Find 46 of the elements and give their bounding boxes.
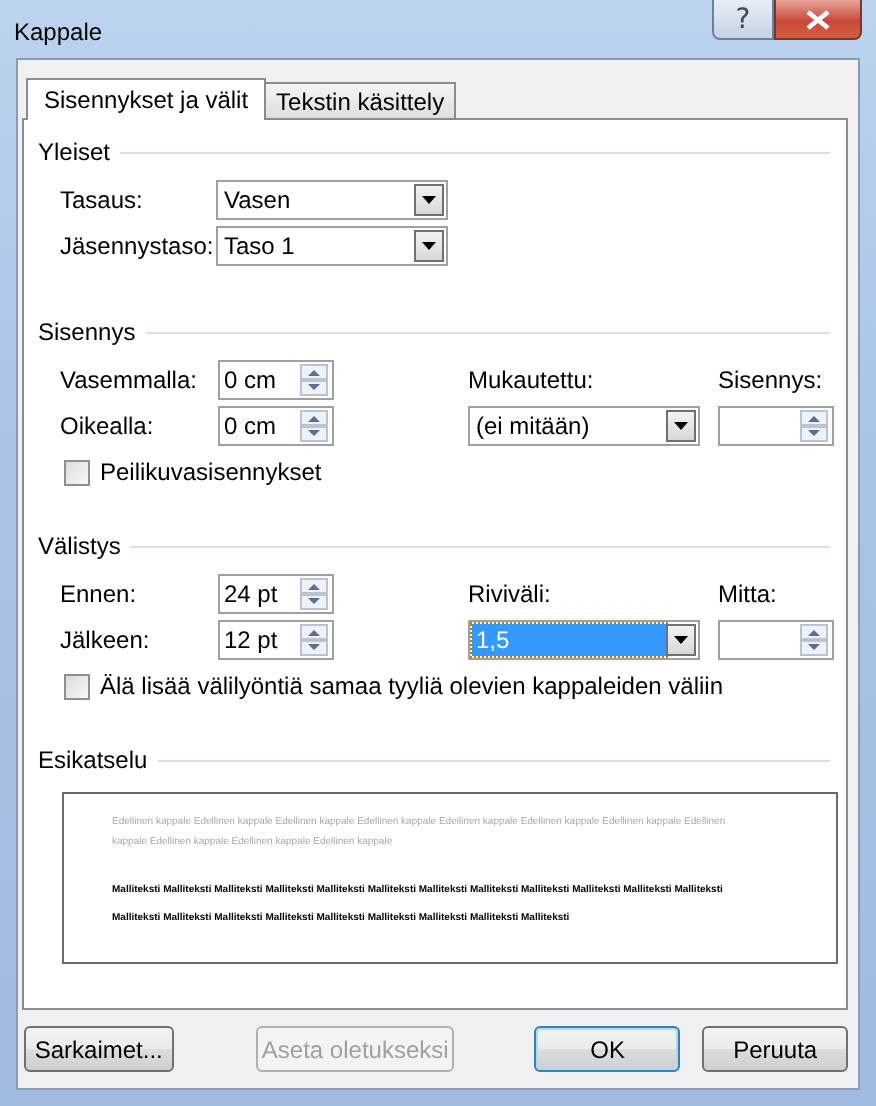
close-button[interactable] [774,0,862,40]
spin-field[interactable]: 0 cm [218,360,334,400]
dropdown-arrow-icon [422,242,436,250]
field-label: Ennen: [60,580,139,608]
dialog-button[interactable]: Sarkaimet... [24,1026,174,1072]
spin-field[interactable] [718,620,834,660]
spin-field[interactable]: 0 cm [218,406,334,446]
field-label: Tasaus: [60,186,145,214]
tab[interactable]: Tekstin käsittely [264,82,457,118]
spin-arrows-icon [800,410,828,442]
section-heading: Yleiset [38,138,111,166]
spin-arrows-icon [300,624,328,656]
dropdown[interactable]: Vasen [216,180,448,220]
section-heading: Välistys [38,532,121,560]
dropdown-arrow-icon [422,196,436,204]
checkbox-label: Peilikuvasisennykset [100,458,322,486]
close-icon [806,9,830,29]
dropdown[interactable]: Taso 1 [216,226,448,266]
spin-arrows-icon [300,364,328,396]
field-label: Jälkeen: [60,626,152,654]
field-label: Vasemmalla: [60,366,199,394]
section-heading: Esikatselu [38,746,148,774]
spin-arrows-icon [300,578,328,610]
field-label: Mukautettu: [468,366,596,394]
dropdown-arrow-icon [674,422,688,430]
checkbox[interactable] [64,673,90,699]
dialog-button[interactable]: OK [534,1026,681,1072]
field-label: Sisennys: [718,366,825,394]
dropdown-arrow-icon [674,636,688,644]
dropdown[interactable]: (ei mitään) [468,406,700,446]
spin-arrows-icon [800,624,828,656]
checkbox[interactable] [64,459,90,485]
field-label: Mitta: [718,580,779,608]
section-heading: Sisennys [38,318,136,346]
spin-field[interactable]: 12 pt [218,620,334,660]
field-label: Jäsennystaso: [60,232,216,260]
checkbox-label: Älä lisää välilyöntiä samaa tyyliä olevien kappaleiden väliin [100,672,724,700]
spin-field[interactable]: 24 pt [218,574,334,614]
window-title: Kappale [14,18,103,46]
tab[interactable]: Sisennykset ja välit [26,78,267,120]
help-button[interactable]: ? [712,0,774,40]
dialog-button[interactable]: Peruuta [702,1026,848,1072]
field-label: Oikealla: [60,412,156,440]
spin-field[interactable] [718,406,834,446]
spin-arrows-icon [300,410,328,442]
field-label: Riviväli: [468,580,553,608]
